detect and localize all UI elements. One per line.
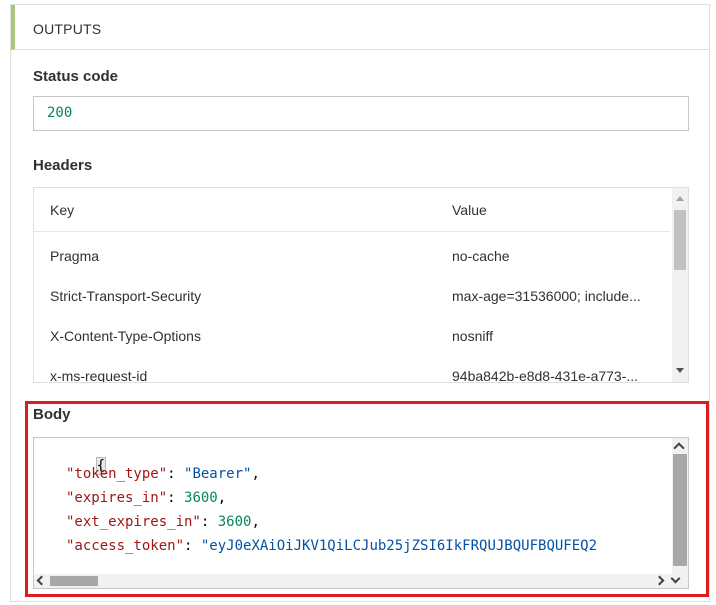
header-value: max-age=31536000; include...: [452, 288, 641, 304]
header-value: 94ba842b-e8d8-431e-a773-...: [452, 368, 639, 383]
scroll-down-icon[interactable]: [676, 368, 684, 373]
outputs-panel: OUTPUTS Status code 200 Headers Key Valu…: [10, 4, 710, 602]
headers-scroll-thumb[interactable]: [674, 210, 686, 270]
table-row: Strict-Transport-Security max-age=315360…: [34, 276, 670, 316]
scroll-up-icon[interactable]: [676, 196, 684, 201]
column-value: Value: [452, 202, 487, 218]
status-code-value: 200: [47, 105, 73, 121]
headers-table[interactable]: Key Value Pragma no-cache Strict-Transpo…: [33, 187, 689, 383]
status-code-field[interactable]: 200: [33, 96, 689, 131]
header-key: Strict-Transport-Security: [50, 288, 202, 304]
headers-vertical-scrollbar[interactable]: [672, 188, 688, 382]
body-highlight-frame: [25, 401, 709, 597]
outputs-title: OUTPUTS: [33, 21, 102, 37]
table-row: Pragma no-cache: [34, 236, 670, 276]
header-key: X-Content-Type-Options: [50, 328, 201, 344]
header-value: no-cache: [452, 248, 510, 264]
header-value: nosniff: [452, 328, 493, 344]
outputs-header: OUTPUTS: [11, 5, 709, 50]
header-key: x-ms-request-id: [50, 368, 148, 383]
header-key: Pragma: [50, 248, 100, 264]
table-row: x-ms-request-id 94ba842b-e8d8-431e-a773-…: [34, 356, 670, 383]
table-row: X-Content-Type-Options nosniff: [34, 316, 670, 356]
column-key: Key: [50, 202, 75, 218]
headers-label: Headers: [33, 157, 93, 174]
headers-table-header: Key Value: [34, 188, 670, 232]
status-code-label: Status code: [33, 68, 119, 85]
